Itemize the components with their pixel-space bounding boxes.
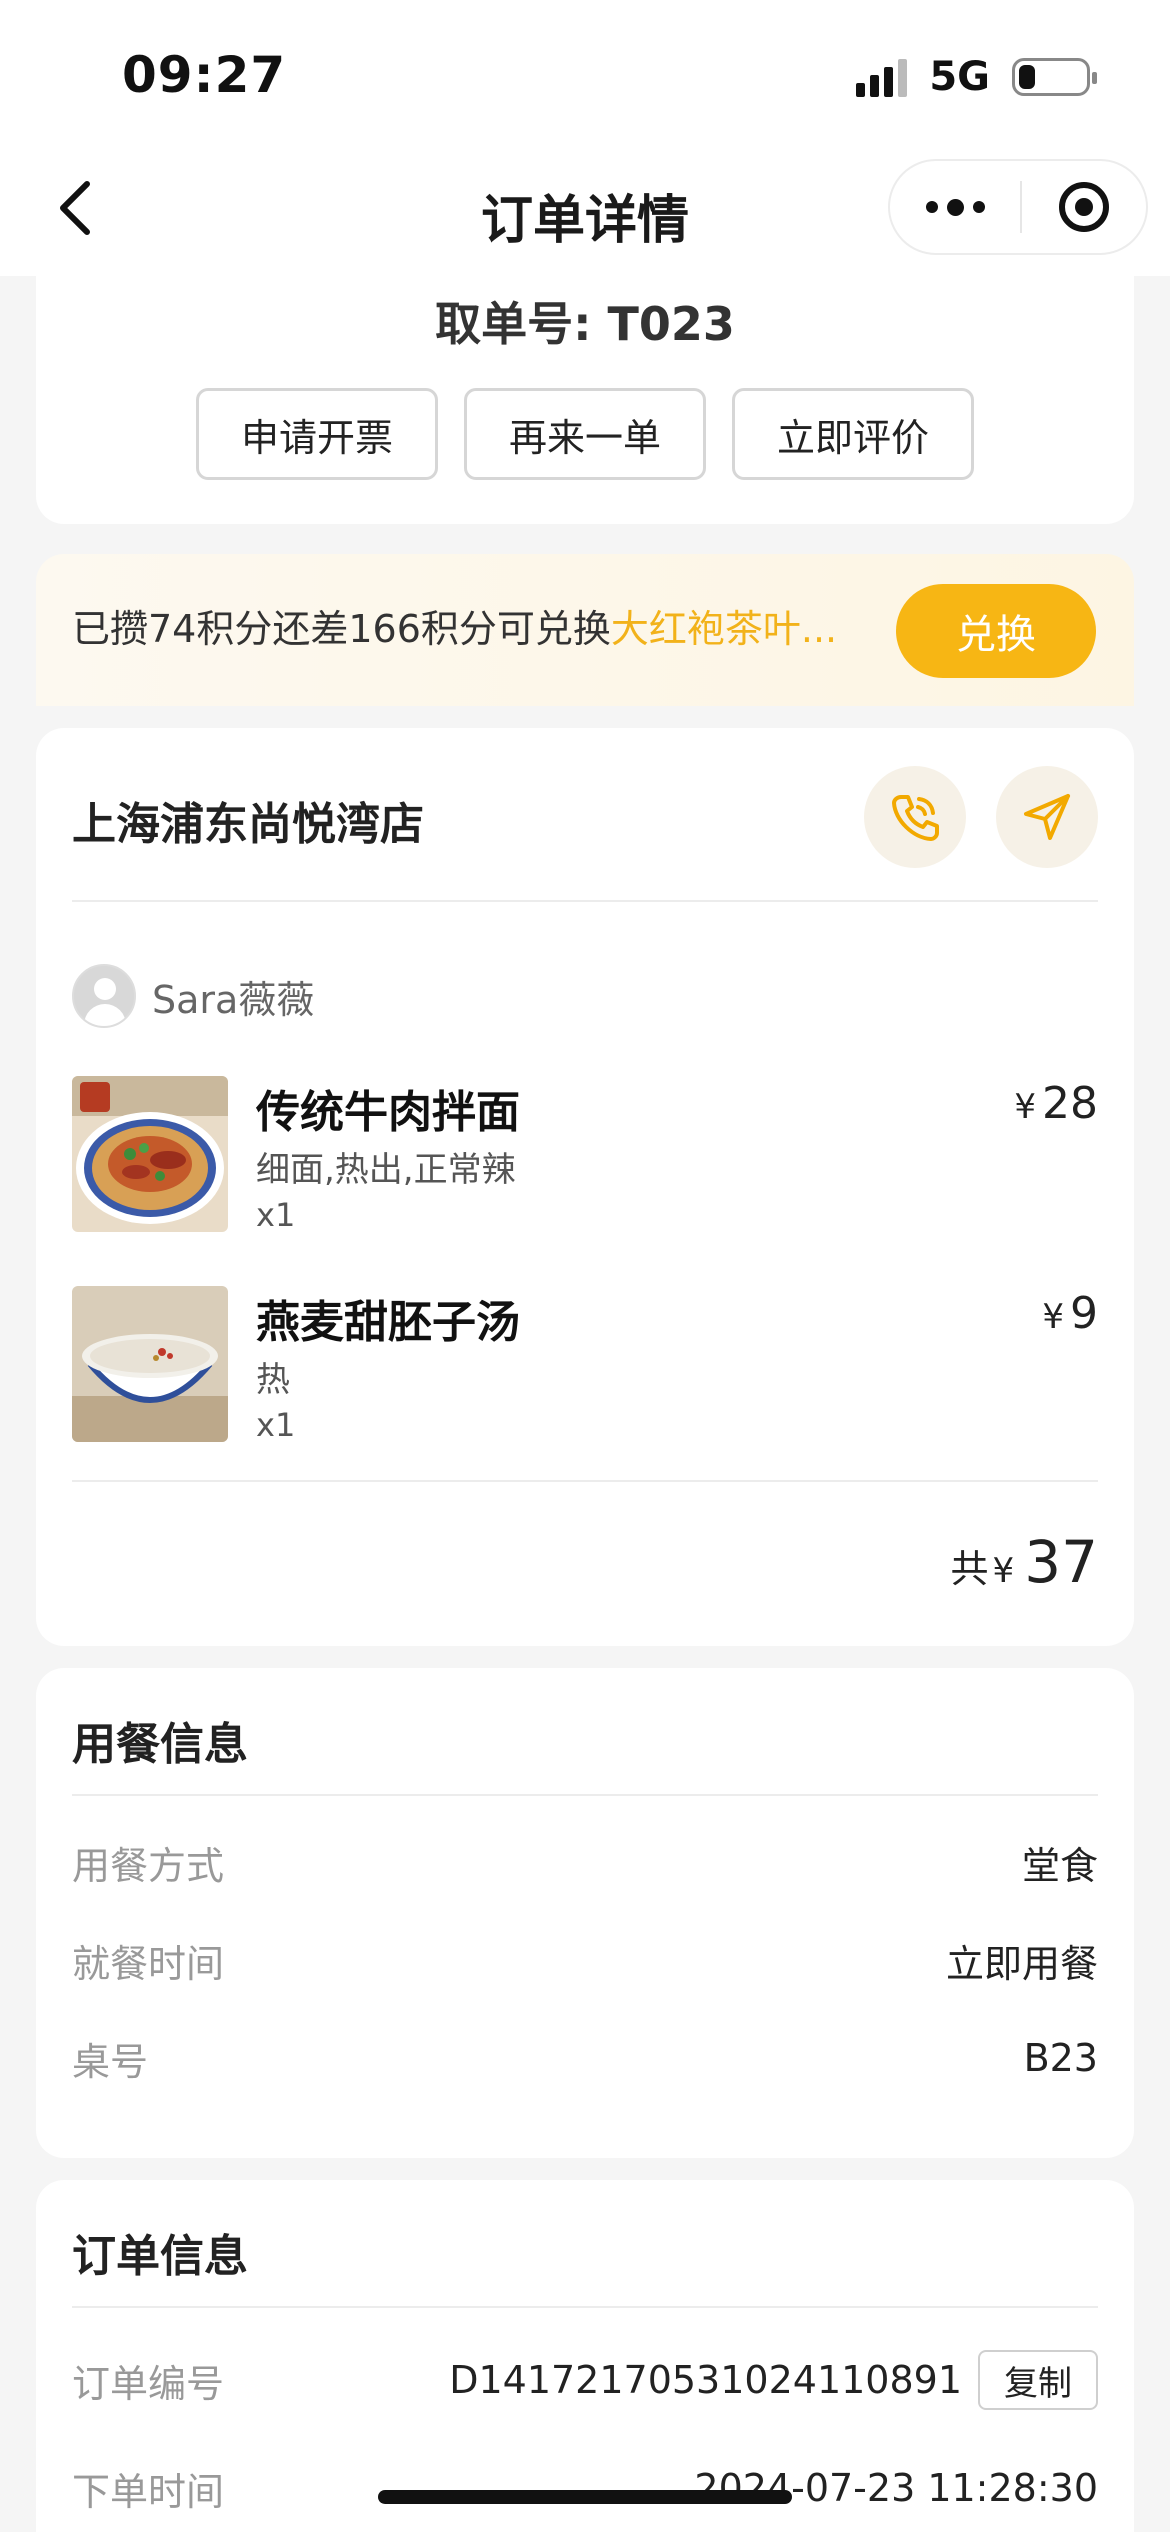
signal-icon: [856, 57, 908, 97]
divider: [72, 1794, 1098, 1796]
phone-icon: [892, 795, 939, 841]
item-spec: 细面,热出,正常辣: [256, 1150, 516, 1190]
reorder-button[interactable]: 再来一单: [464, 388, 706, 480]
store-card: 上海浦东尚悦湾店 Sara薇薇 传统牛肉拌面 细面,热出,正常辣 x1 ¥ 28…: [36, 728, 1134, 1646]
total-amount: 37: [1024, 1528, 1098, 1596]
target-icon: [1059, 182, 1109, 232]
info-key: 用餐方式: [72, 1843, 225, 1888]
order-item: 燕麦甜胚子汤 热 x1 ¥9: [72, 1286, 1098, 1446]
pickup-number: 取单号: T023: [435, 297, 735, 351]
info-key: 就餐时间: [72, 1941, 225, 1986]
price-value: 28: [1042, 1078, 1098, 1129]
reward-name[interactable]: 大红袍茶叶...: [611, 607, 837, 651]
close-mini-program-button[interactable]: [1022, 161, 1146, 253]
info-row: 用餐方式 堂食: [72, 1832, 1098, 1892]
network-label: 5G: [929, 54, 990, 100]
points-banner: 已攒74积分还差166积分可兑换大红袍茶叶... 兑换: [36, 554, 1134, 706]
divider: [72, 1480, 1098, 1482]
more-button[interactable]: [890, 161, 1020, 253]
order-total: 共 ¥ 37: [951, 1528, 1098, 1596]
info-key: 订单编号: [72, 2361, 225, 2406]
divider: [72, 2306, 1098, 2308]
order-item: 传统牛肉拌面 细面,热出,正常辣 x1 ¥28: [72, 1076, 1098, 1236]
navigate-button[interactable]: [996, 766, 1098, 868]
section-title: 用餐信息: [72, 1719, 248, 1770]
info-key: 桌号: [72, 2039, 149, 2084]
order-detail-page: 09:27 5G 订单详情 取单号: T023 申请开票 再来一单 立即评价 已…: [0, 0, 1170, 2532]
oat-soup-image: [72, 1286, 228, 1442]
info-value: 立即用餐: [945, 1941, 1098, 1986]
navigation-arrow-icon: [1024, 794, 1070, 840]
review-button[interactable]: 立即评价: [732, 388, 974, 480]
info-row: 订单编号 D14172170531024110891 复制: [72, 2350, 1098, 2410]
total-label: 共: [950, 1547, 989, 1591]
redeem-button[interactable]: 兑换: [896, 584, 1096, 678]
invoice-button[interactable]: 申请开票: [196, 388, 438, 480]
battery-icon: [1012, 58, 1097, 96]
orderer-name: Sara薇薇: [152, 977, 315, 1022]
item-price: ¥28: [1014, 1078, 1098, 1129]
top-bar: 09:27 5G 订单详情: [0, 0, 1170, 276]
currency-symbol: ¥: [992, 1551, 1015, 1591]
copy-button[interactable]: 复制: [978, 2350, 1098, 2410]
avatar: [72, 964, 136, 1028]
home-indicator: [378, 2490, 792, 2504]
points-progress: 已攒74积分还差166积分可兑换: [72, 607, 611, 651]
divider: [72, 900, 1098, 902]
info-value: B23: [1023, 2036, 1098, 2080]
order-info-card: 订单信息 订单编号 D14172170531024110891 复制 下单时间 …: [36, 2180, 1134, 2532]
points-text: 已攒74积分还差166积分可兑换大红袍茶叶...: [72, 598, 837, 653]
mini-program-capsule: [888, 159, 1148, 255]
store-name: 上海浦东尚悦湾店: [72, 799, 424, 850]
order-number: D14172170531024110891: [449, 2358, 962, 2402]
currency-symbol: ¥: [1042, 1297, 1064, 1337]
currency-symbol: ¥: [1014, 1087, 1036, 1127]
beef-noodle-image: [72, 1076, 228, 1232]
order-number-wrap: D14172170531024110891 复制: [449, 2350, 1098, 2410]
price-value: 9: [1070, 1288, 1098, 1339]
info-row: 桌号 B23: [72, 2028, 1098, 2088]
dining-info-card: 用餐信息 用餐方式 堂食 就餐时间 立即用餐 桌号 B23: [36, 1668, 1134, 2158]
item-spec: 热: [256, 1360, 290, 1400]
orderer-row: Sara薇薇: [72, 964, 314, 1028]
call-store-button[interactable]: [864, 766, 966, 868]
pickup-card: 取单号: T023 申请开票 再来一单 立即评价: [36, 240, 1134, 524]
status-icons: 5G: [856, 54, 1097, 100]
info-row: 下单时间 2024-07-23 11:28:30: [72, 2458, 1098, 2518]
item-name: 燕麦甜胚子汤: [256, 1297, 520, 1348]
item-price: ¥9: [1042, 1288, 1098, 1339]
item-qty: x1: [256, 1196, 296, 1234]
order-actions: 申请开票 再来一单 立即评价: [196, 388, 974, 480]
item-name: 传统牛肉拌面: [256, 1087, 520, 1138]
section-title: 订单信息: [72, 2231, 248, 2282]
item-qty: x1: [256, 1406, 296, 1444]
status-time: 09:27: [122, 46, 287, 104]
info-key: 下单时间: [72, 2469, 225, 2514]
info-row: 就餐时间 立即用餐: [72, 1930, 1098, 1990]
info-value: 堂食: [1021, 1843, 1098, 1888]
